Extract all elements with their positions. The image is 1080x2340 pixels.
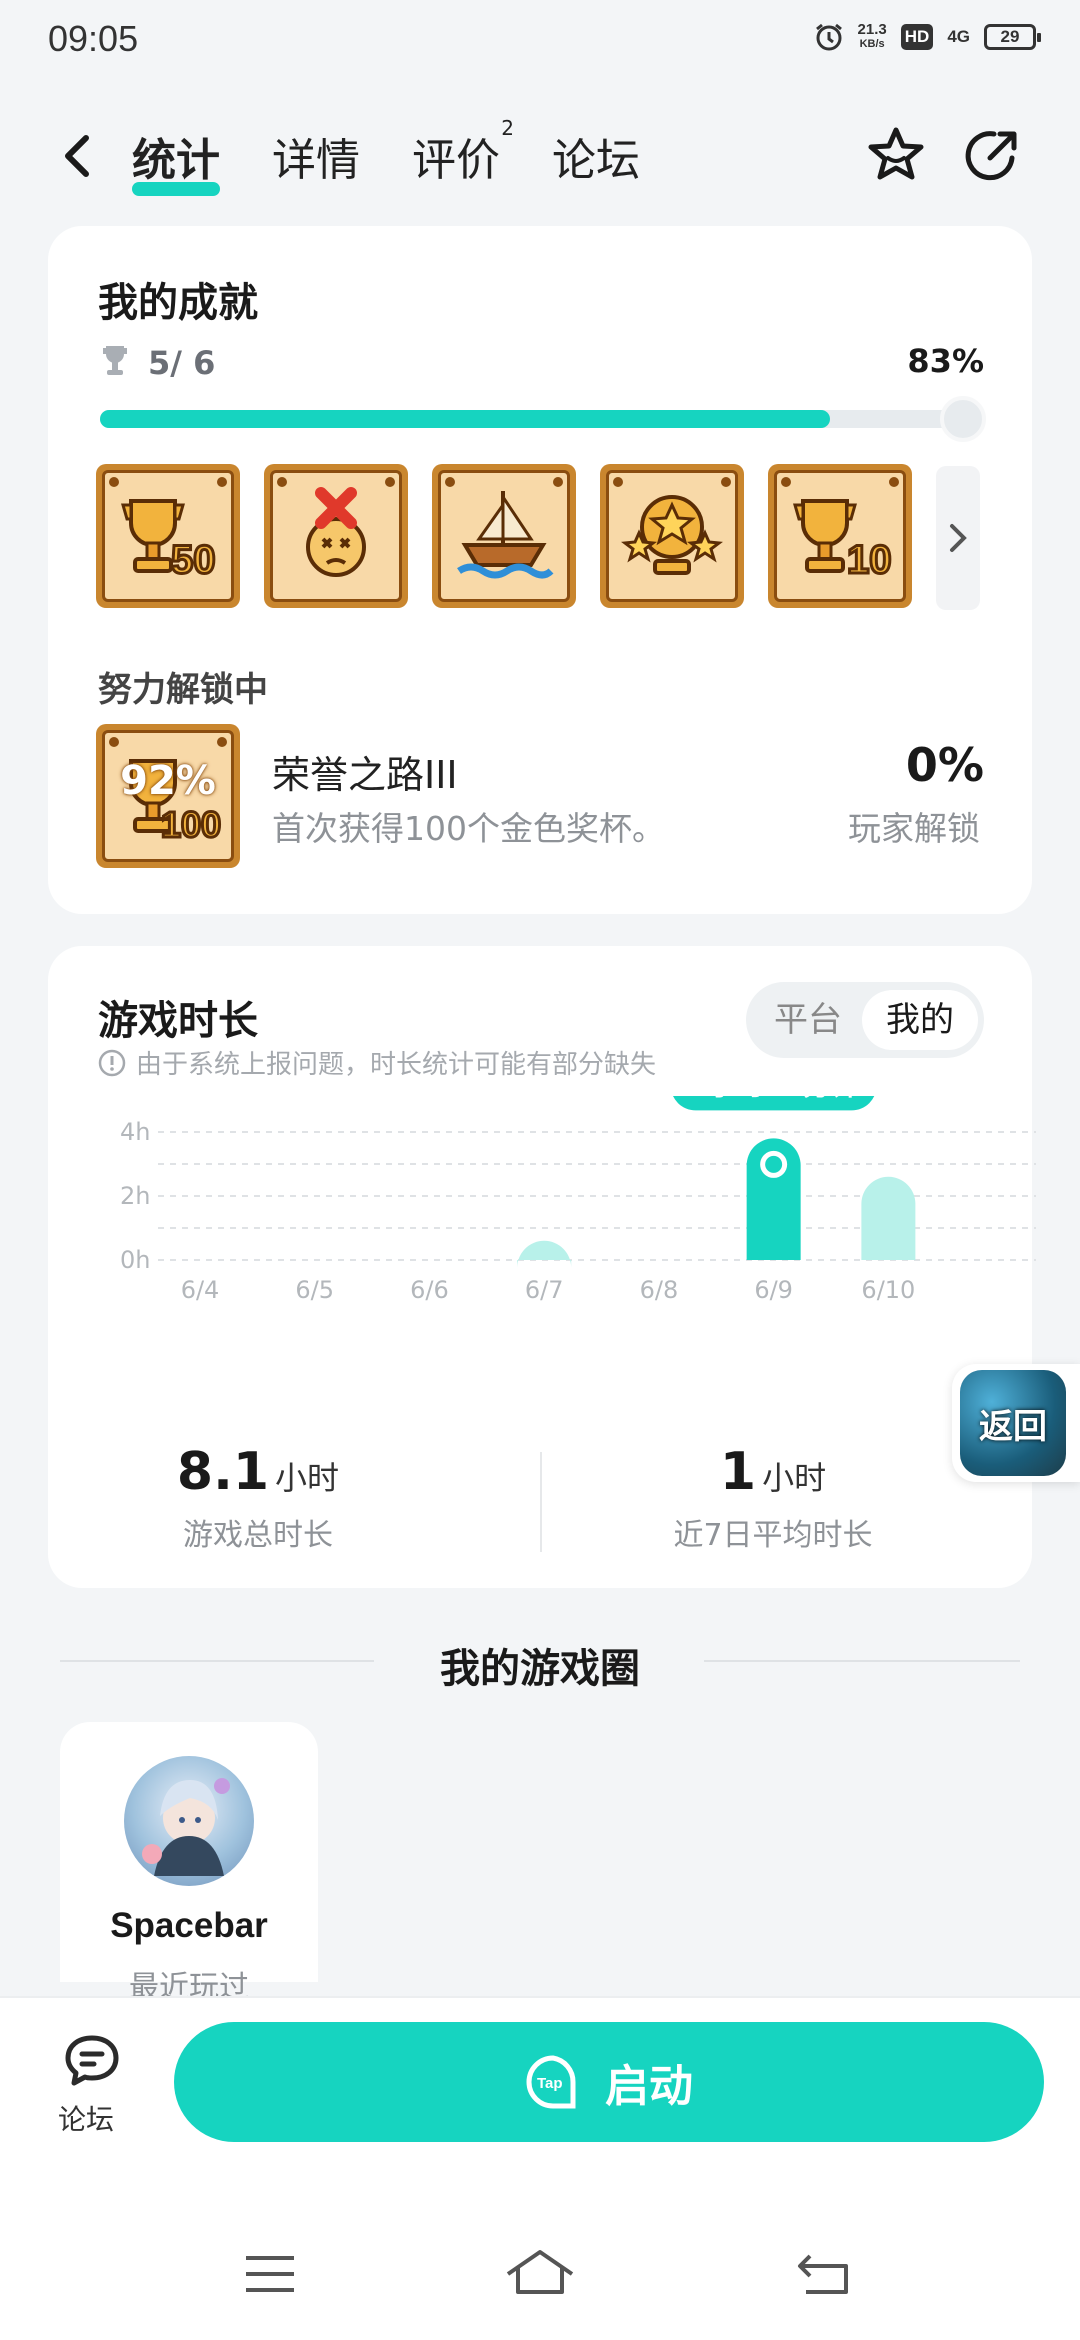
achievement-badges: 50 10 xyxy=(96,464,912,608)
tab-stats[interactable]: 统计 xyxy=(132,124,220,202)
chart-y-tick-label: 4h xyxy=(120,1118,150,1146)
chart-x-tick-label: 6/7 xyxy=(525,1276,564,1304)
alarm-icon xyxy=(815,23,842,51)
status-time: 09:05 xyxy=(48,18,139,59)
game-circle-title: 我的游戏圈 xyxy=(440,1646,640,1692)
achievement-badge[interactable] xyxy=(264,464,408,608)
chart-x-tick-label: 6/4 xyxy=(181,1276,220,1304)
stat-divider xyxy=(540,1452,542,1552)
chart-y-tick-label: 0h xyxy=(120,1246,150,1274)
achievement-percent: 83% xyxy=(907,342,984,380)
dizzy-face-icon xyxy=(306,487,366,577)
achievement-badge[interactable]: 10 xyxy=(768,464,912,608)
playtime-source-toggle: 平台 我的 xyxy=(746,982,984,1058)
total-playtime-label: 游戏总时长 xyxy=(183,1518,333,1553)
forum-label[interactable]: 论坛 xyxy=(58,2098,114,2138)
battery-icon: 29 xyxy=(984,24,1041,50)
svg-text:10: 10 xyxy=(847,538,892,582)
stars-trophy-icon xyxy=(621,495,723,575)
signal-4g-icon: 4G xyxy=(947,27,970,46)
playtime-notice: 由于系统上报问题，时长统计可能有部分缺失 xyxy=(98,1044,656,1081)
achievement-count: 5/ 6 xyxy=(148,344,216,382)
share-icon[interactable] xyxy=(960,124,1024,188)
chart-x-tick-label: 6/9 xyxy=(754,1276,793,1304)
playtime-title: 游戏时长 xyxy=(98,998,258,1044)
tab-forum[interactable]: 论坛 xyxy=(552,124,640,202)
trophy-50-icon: 50 xyxy=(121,499,217,584)
achievements-title: 我的成就 xyxy=(98,280,258,326)
toggle-mine[interactable]: 我的 xyxy=(862,990,978,1050)
total-playtime-stat: 8.1 小时 游戏总时长 xyxy=(138,1442,378,1554)
hd-icon: HD xyxy=(900,24,934,50)
info-icon xyxy=(98,1049,126,1076)
chart-x-tick-label: 6/10 xyxy=(861,1276,915,1304)
trophy-icon xyxy=(103,346,127,375)
svg-text:100: 100 xyxy=(161,804,221,845)
progress-end-star-icon xyxy=(940,396,986,442)
achievement-progress-bar xyxy=(100,396,986,442)
total-playtime-unit: 小时 xyxy=(275,1459,340,1497)
game-circle-item[interactable]: Spacebar 最近玩过 xyxy=(60,1722,318,2005)
review-count-badge: 2 xyxy=(501,116,514,140)
launch-label: 启动 xyxy=(605,2061,693,2112)
favorite-star-icon[interactable] xyxy=(864,124,928,188)
chevron-right-icon xyxy=(950,524,967,552)
avg-playtime-label: 近7日平均时长 xyxy=(673,1518,873,1553)
status-icons: 21.3 KB/s HD 4G 29 xyxy=(814,21,1041,52)
achievement-badge[interactable]: 50 xyxy=(96,464,240,608)
menu-icon[interactable] xyxy=(244,2254,296,2294)
chart-x-tick-label: 6/8 xyxy=(640,1276,679,1304)
achievement-badge[interactable] xyxy=(600,464,744,608)
tab-reviews[interactable]: 评价 2 xyxy=(412,116,514,202)
ship-icon xyxy=(457,491,554,579)
svg-text:50: 50 xyxy=(171,538,216,582)
chart-bar[interactable] xyxy=(517,1240,572,1268)
unlocking-title: 努力解锁中 xyxy=(98,670,268,710)
unlocking-achievement-name: 荣誉之路III xyxy=(272,753,458,797)
playtime-chart: 4h 2h 0h 6/4 6/5 6/6 6/7 6/8 3小时48分钟 6/9 6/10 xyxy=(120,1096,1036,1304)
chart-y-tick-label: 2h xyxy=(120,1182,150,1210)
chart-bar[interactable] xyxy=(861,1176,916,1260)
unlocking-player-percent-label: 玩家解锁 xyxy=(848,809,980,848)
system-nav-bar xyxy=(0,2236,1080,2316)
return-label: 返回 xyxy=(979,1406,1047,1447)
top-nav: 统计 详情 评价 2 论坛 xyxy=(0,110,1080,200)
network-speed: 21.3 KB/s xyxy=(857,21,887,50)
forum-chat-icon[interactable] xyxy=(62,2034,122,2088)
avg-playtime-stat: 1 小时 近7日平均时长 xyxy=(658,1442,888,1554)
back-arrow-icon[interactable] xyxy=(58,134,98,178)
total-playtime-value: 8.1 xyxy=(176,1442,270,1502)
unlocking-achievement-badge[interactable]: 100 92% xyxy=(96,724,240,868)
avg-playtime-unit: 小时 xyxy=(762,1459,827,1497)
unlocking-achievement-desc: 首次获得100个金色奖杯。 xyxy=(272,809,665,848)
section-divider-right xyxy=(704,1660,1020,1662)
avatar-illustration xyxy=(142,1778,230,1876)
toggle-platform[interactable]: 平台 xyxy=(750,990,866,1050)
tab-bar: 统计 详情 评价 2 论坛 xyxy=(132,116,640,202)
more-achievements-button[interactable] xyxy=(936,466,980,610)
achievement-badge[interactable] xyxy=(432,464,576,608)
tab-details[interactable]: 详情 xyxy=(272,124,360,202)
svg-text:Tap: Tap xyxy=(537,2075,563,2092)
chart-bar[interactable] xyxy=(746,1138,801,1260)
achievements-card: 我的成就 5/ 6 83% 50 10 努力解锁中 100 92% 荣誉之路II… xyxy=(48,226,1032,914)
chart-x-tick-label: 6/5 xyxy=(295,1276,334,1304)
launch-button[interactable]: Tap 启动 xyxy=(174,2022,1044,2142)
trophy-10-icon: 10 xyxy=(793,499,893,584)
home-icon[interactable] xyxy=(504,2248,576,2296)
back-nav-icon[interactable] xyxy=(796,2252,852,2296)
chart-tooltip-label: 3小时48分钟 xyxy=(688,1096,858,1101)
return-floating-button[interactable]: 返回 xyxy=(952,1364,1080,1482)
playtime-card: 游戏时长 由于系统上报问题，时长统计可能有部分缺失 平台 我的 4h 2h 0h 6/… xyxy=(48,946,1036,1588)
avatar xyxy=(124,1756,254,1886)
chart-x-tick-label: 6/6 xyxy=(410,1276,449,1304)
achievement-progress-fill xyxy=(100,410,831,428)
unlocking-player-percent: 0% xyxy=(905,738,984,792)
tap-logo-icon: Tap xyxy=(526,2055,576,2109)
status-bar: 09:05 21.3 KB/s HD 4G 29 xyxy=(0,0,1080,80)
unlock-progress-overlay: 92% xyxy=(120,758,216,804)
avg-playtime-value: 1 xyxy=(719,1442,757,1502)
game-circle-name: Spacebar xyxy=(110,1906,268,1945)
